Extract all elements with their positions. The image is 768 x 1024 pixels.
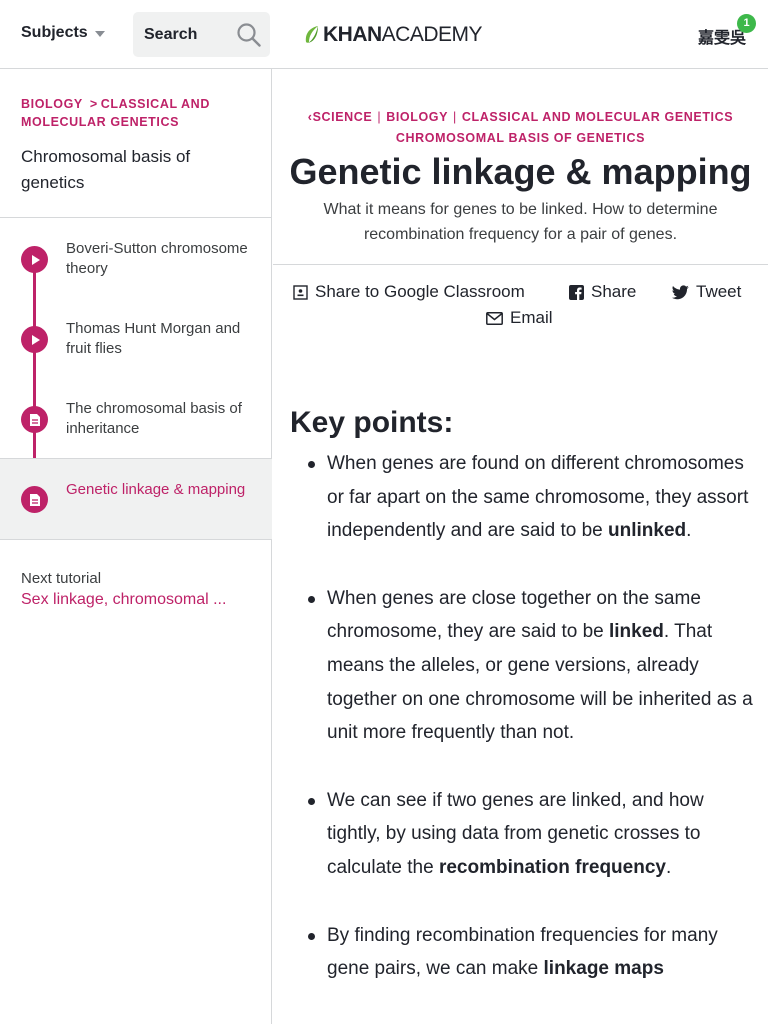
subjects-menu[interactable]: Subjects <box>21 24 105 42</box>
key-point-text-end: . <box>665 856 672 878</box>
logo-light-text: ACADEMY <box>381 23 483 46</box>
notification-badge[interactable]: 1 <box>737 14 756 33</box>
lesson-item-boveri-sutton[interactable]: Boveri-Sutton chromosome theory <box>0 219 272 299</box>
key-term-linkage-maps: linkage maps <box>543 958 664 980</box>
twitter-icon <box>672 284 689 299</box>
email-share-label: Email <box>510 308 553 327</box>
logo-text: KHANACADEMY <box>323 23 483 47</box>
key-term-unlinked: unlinked <box>608 520 687 542</box>
lesson-item-genetic-linkage[interactable]: Genetic linkage & mapping <box>0 458 272 540</box>
key-point-text-end: . <box>686 520 692 542</box>
facebook-share-button[interactable]: Share <box>569 282 636 302</box>
play-icon <box>21 246 48 273</box>
breadcrumb-science: SCIENCE <box>312 110 373 124</box>
search-icon[interactable] <box>236 22 262 48</box>
breadcrumb-biology[interactable]: BIOLOGY <box>21 97 83 111</box>
logo-bold-text: KHAN <box>323 23 382 46</box>
unit-title: Chromosomal basis of genetics <box>21 147 191 192</box>
article-icon <box>21 486 48 513</box>
next-tutorial-link[interactable]: Sex linkage, chromosomal ... <box>21 589 261 611</box>
article-icon <box>21 406 48 433</box>
key-points-list: When genes are found on different chromo… <box>290 447 760 1020</box>
share-to-classroom-button[interactable]: Share to Google Classroom <box>293 282 525 302</box>
subjects-label: Subjects <box>21 24 88 41</box>
sidebar-breadcrumb: BIOLOGY > CLASSICAL AND MOLECULAR GENETICS <box>21 95 251 131</box>
breadcrumb-back-link[interactable]: ‹SCIENCE <box>308 110 373 124</box>
google-classroom-icon <box>293 284 308 300</box>
key-point: When genes are close together on the sam… <box>290 582 760 750</box>
lesson-title: The chromosomal basis of inheritance <box>66 400 242 437</box>
caret-down-icon <box>94 31 105 37</box>
key-points-heading: Key points: <box>290 406 454 439</box>
share-bar: Share to Google Classroom Share Tweet <box>273 282 768 306</box>
lesson-title: Boveri-Sutton chromosome theory <box>66 240 248 277</box>
page-subtitle: What it means for genes to be linked. Ho… <box>323 201 718 243</box>
top-navigation: Subjects Search KHANACADEMY 嘉雯吳 1 <box>0 0 768 69</box>
breadcrumb-separator: | <box>453 110 457 124</box>
sidebar-divider <box>0 217 272 218</box>
article-content: ‹SCIENCE | BIOLOGY | CLASSICAL AND MOLECULAR… <box>273 69 768 1024</box>
search-label: Search <box>144 26 198 43</box>
email-share-button[interactable]: Email <box>486 308 553 328</box>
lesson-title: Genetic linkage & mapping <box>66 481 246 498</box>
share-bar-row-2: Email <box>273 308 768 332</box>
next-tutorial: Next tutorial Sex linkage, chromosomal .… <box>21 569 261 611</box>
share-to-classroom-label: Share to Google Classroom <box>315 282 525 301</box>
key-term-linked: linked <box>608 621 664 643</box>
tweet-button[interactable]: Tweet <box>672 282 741 302</box>
key-point: We can see if two genes are linked, and … <box>290 784 760 885</box>
lesson-title: Thomas Hunt Morgan and fruit flies <box>66 320 241 357</box>
article-breadcrumb: ‹SCIENCE | BIOLOGY | CLASSICAL AND MOLECULAR… <box>293 107 748 149</box>
key-term-recombination-frequency: recombination frequency <box>438 856 666 878</box>
page-title: Genetic linkage & mapping <box>289 151 752 192</box>
breadcrumb-separator: | <box>377 110 382 124</box>
facebook-share-label: Share <box>591 282 637 301</box>
key-point: By finding recombination frequencies for… <box>290 919 760 986</box>
breadcrumb-biology[interactable]: BIOLOGY <box>386 110 448 124</box>
play-icon <box>21 326 48 353</box>
breadcrumb-separator: > <box>89 97 98 111</box>
sidebar: BIOLOGY > CLASSICAL AND MOLECULAR GENETICS… <box>0 69 272 1024</box>
breadcrumb-chromosomal-basis[interactable]: CHROMOSOMAL BASIS OF GENETICS <box>396 131 645 145</box>
next-tutorial-label: Next tutorial <box>21 570 102 587</box>
content-divider <box>273 264 768 265</box>
key-point: When genes are found on different chromo… <box>290 447 760 548</box>
lesson-item-chromosomal-basis[interactable]: The chromosomal basis of inheritance <box>0 379 272 459</box>
khan-academy-logo[interactable]: KHANACADEMY <box>304 23 483 47</box>
lesson-item-morgan[interactable]: Thomas Hunt Morgan and fruit flies <box>0 299 272 379</box>
leaf-icon <box>305 26 318 43</box>
tweet-label: Tweet <box>696 282 742 301</box>
email-icon <box>486 311 503 325</box>
breadcrumb-classical-genetics[interactable]: CLASSICAL AND MOLECULAR GENETICS <box>462 110 733 124</box>
facebook-icon <box>569 284 584 300</box>
search-box[interactable]: Search <box>133 12 270 57</box>
